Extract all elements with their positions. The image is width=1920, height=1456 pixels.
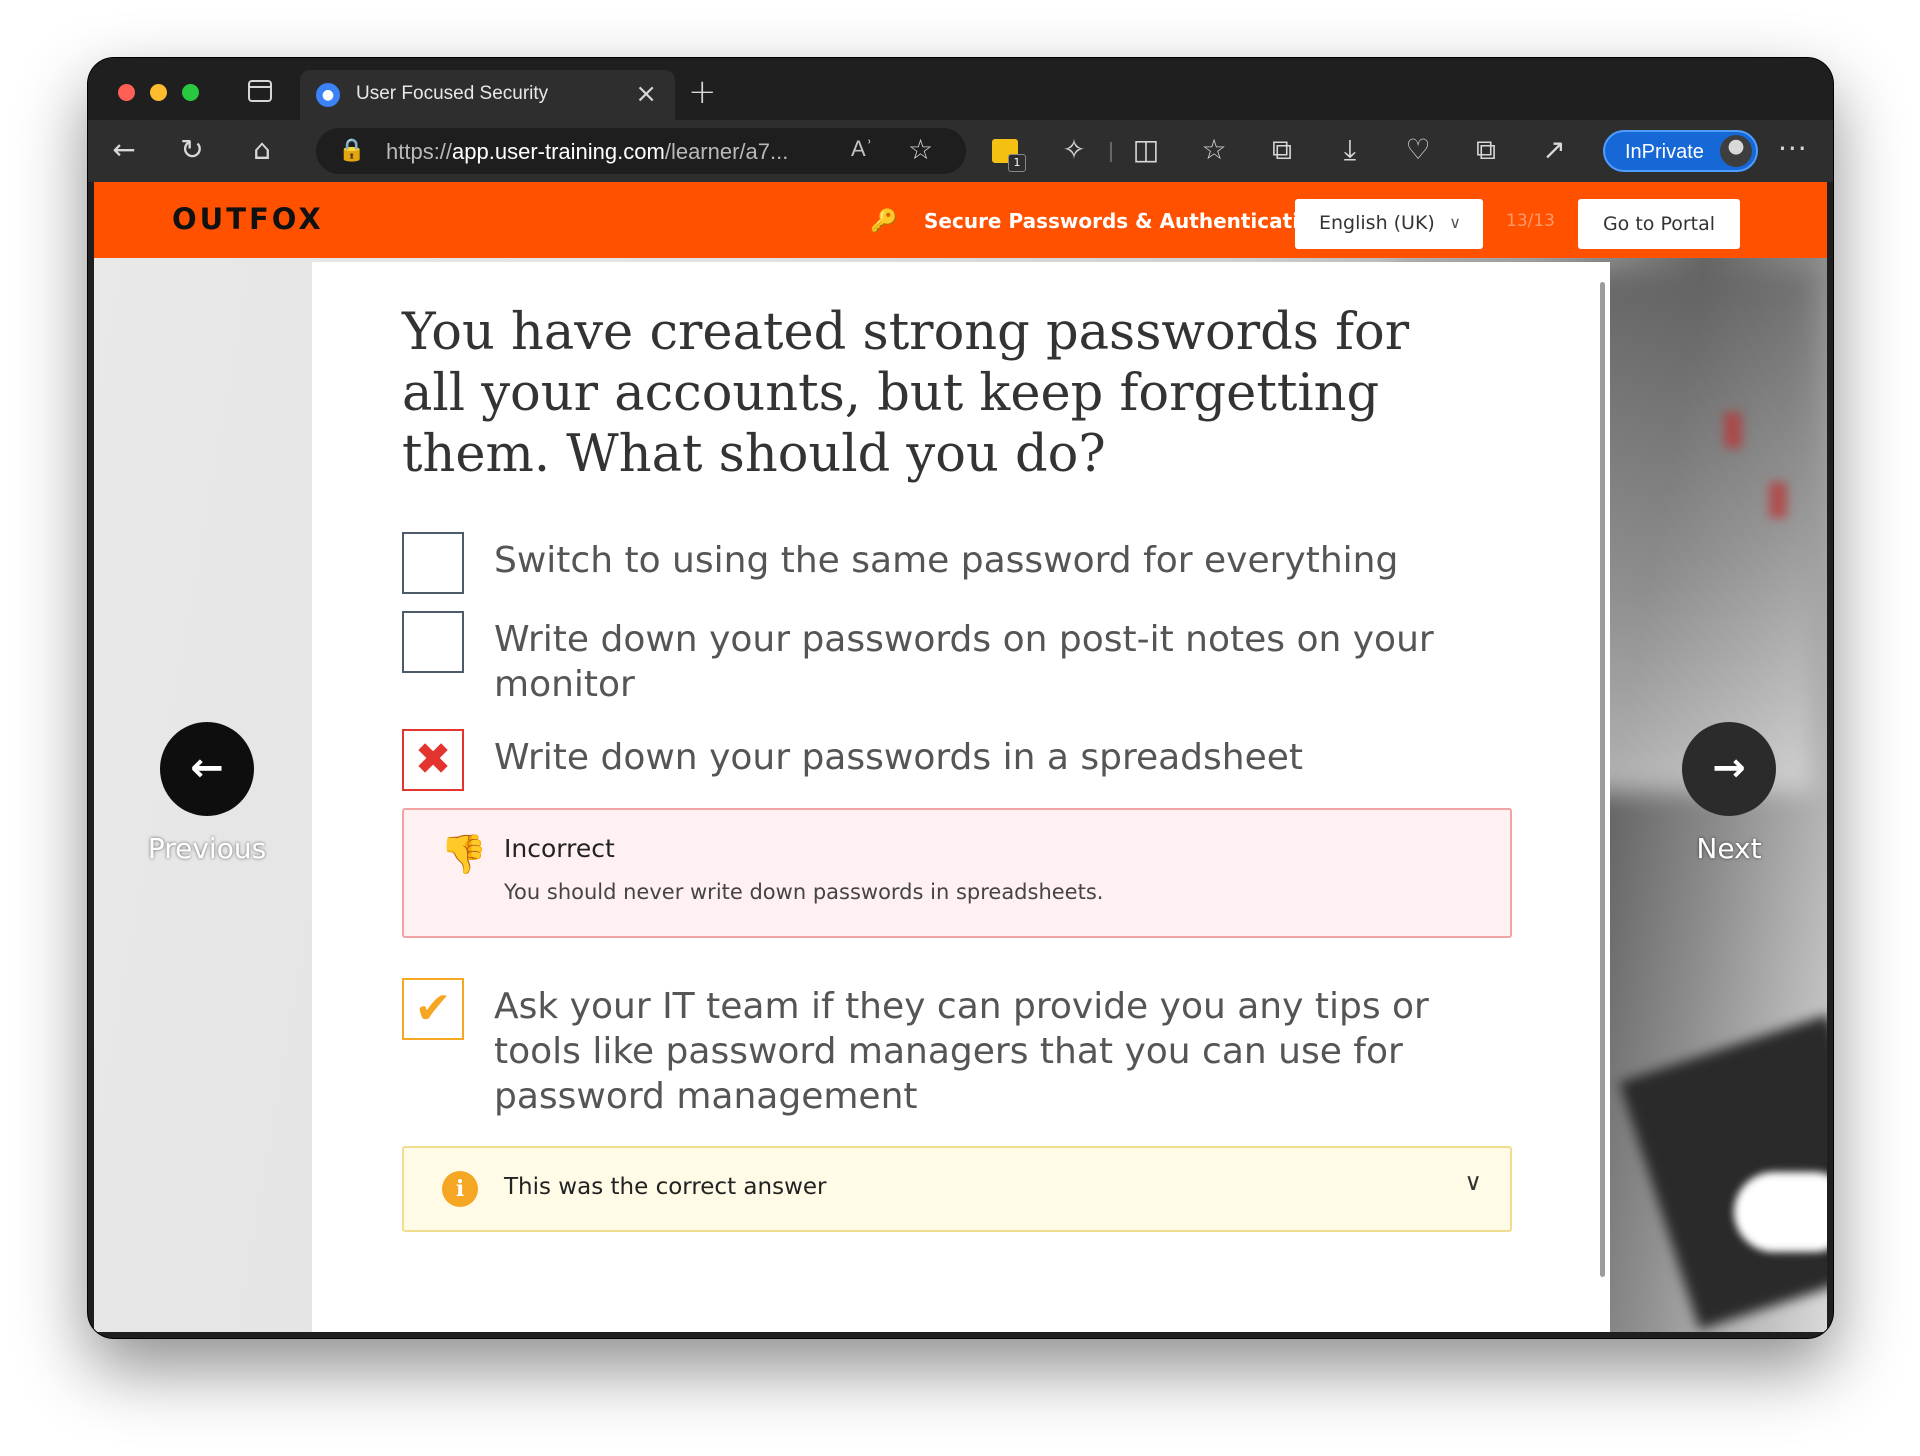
more-icon[interactable]: ···: [1778, 132, 1808, 165]
inprivate-label: InPrivate: [1625, 141, 1704, 163]
go-to-portal-button[interactable]: Go to Portal: [1578, 199, 1740, 249]
answer-checkbox-incorrect[interactable]: ✖: [402, 729, 464, 791]
feedback-title: Incorrect: [504, 834, 615, 863]
chevron-down-icon: ∨: [1449, 213, 1461, 232]
chevron-down-icon[interactable]: ∨: [1464, 1168, 1482, 1196]
checkmark-icon: ✔: [414, 983, 452, 1034]
outfox-logo[interactable]: OUTFOX: [172, 202, 324, 236]
tab-bar: ● User Focused Security × +: [88, 58, 1833, 120]
puzzle-icon[interactable]: ✧: [1056, 132, 1092, 168]
app-header: OUTFOX 🔑 Secure Passwords & Authenticati…: [94, 182, 1827, 258]
browser-tab[interactable]: ● User Focused Security ×: [300, 70, 675, 120]
next-label[interactable]: Next: [1662, 832, 1796, 865]
feedback-text: You should never write down passwords in…: [504, 880, 1104, 904]
close-window-button[interactable]: [118, 84, 135, 101]
question-text: You have created strong passwords for al…: [402, 303, 1410, 484]
arrow-right-icon: →: [1712, 745, 1746, 791]
share-icon[interactable]: ↗: [1536, 132, 1572, 168]
favorites-icon[interactable]: ☆: [1196, 132, 1232, 168]
previous-button[interactable]: ←: [160, 722, 254, 816]
refresh-icon[interactable]: ↻: [174, 132, 210, 168]
key-icon: 🔑: [870, 209, 898, 234]
maximize-window-button[interactable]: [182, 84, 199, 101]
favorite-star-icon[interactable]: ☆: [908, 133, 933, 166]
question-card: You have created strong passwords for al…: [312, 262, 1610, 1332]
page-viewport: OUTFOX 🔑 Secure Passwords & Authenticati…: [94, 182, 1827, 1332]
minimize-window-button[interactable]: [150, 84, 167, 101]
read-aloud-icon[interactable]: Aʾ: [851, 136, 873, 162]
url-text[interactable]: https://app.user-training.com/learner/a7…: [386, 139, 788, 165]
correct-feedback[interactable]: i This was the correct answer ∨: [402, 1146, 1512, 1232]
answer-text: Ask your IT team if they can provide you…: [494, 986, 1429, 1117]
cross-icon: ✖: [414, 734, 452, 785]
address-bar[interactable]: 🔒 https://app.user-training.com/learner/…: [316, 128, 966, 174]
tab-actions-icon[interactable]: [248, 80, 272, 102]
previous-label[interactable]: Previous: [140, 832, 274, 865]
extension-badge: 1: [1008, 154, 1026, 172]
split-screen-icon[interactable]: ◫: [1128, 132, 1164, 168]
avatar: [1720, 135, 1752, 167]
browser-toolbar: ← ↻ ⌂ 🔒 https://app.user-training.com/le…: [88, 120, 1833, 182]
language-label: English (UK): [1319, 212, 1435, 234]
download-icon[interactable]: ⤓: [1332, 132, 1368, 168]
back-arrow-icon[interactable]: ←: [106, 132, 142, 168]
background-detail: [1724, 412, 1742, 448]
inprivate-button[interactable]: InPrivate: [1603, 130, 1758, 172]
card-scrollbar[interactable]: [1600, 282, 1605, 1277]
collections-icon[interactable]: ⧉: [1264, 132, 1300, 168]
info-icon: i: [442, 1171, 478, 1207]
answer-text: Write down your passwords on post-it not…: [494, 619, 1434, 705]
new-tab-icon[interactable]: +: [688, 72, 717, 112]
answer-text: Switch to using the same password for ev…: [494, 540, 1399, 581]
tab-title: User Focused Security: [356, 83, 549, 104]
progress-counter: 13/13: [1506, 211, 1555, 231]
thumbs-down-icon: 👎: [440, 832, 488, 876]
tab-favicon-icon: ●: [316, 83, 340, 107]
answer-text: Write down your passwords in a spreadshe…: [494, 737, 1303, 778]
incorrect-feedback: 👎 Incorrect You should never write down …: [402, 808, 1512, 938]
browser-window: ● User Focused Security × + ← ↻ ⌂ 🔒 http…: [88, 58, 1833, 1338]
answer-checkbox[interactable]: [402, 532, 464, 594]
lock-icon: 🔒: [338, 138, 366, 163]
arrow-left-icon: ←: [190, 745, 224, 791]
toolbar-divider: [1110, 142, 1112, 162]
home-icon[interactable]: ⌂: [244, 132, 280, 168]
next-button[interactable]: →: [1682, 722, 1776, 816]
language-select[interactable]: English (UK) ∨: [1295, 199, 1483, 249]
answer-checkbox-correct[interactable]: ✔: [402, 978, 464, 1040]
copilot-icon[interactable]: ⧉: [1468, 132, 1504, 168]
answer-checkbox[interactable]: [402, 611, 464, 673]
background-detail: [1769, 482, 1787, 518]
background-mouse: [1734, 1172, 1827, 1252]
course-title: Secure Passwords & Authentication: [924, 209, 1328, 233]
feedback-text: This was the correct answer: [504, 1174, 827, 1200]
health-icon[interactable]: ♡: [1400, 132, 1436, 168]
close-tab-icon[interactable]: ×: [635, 79, 657, 109]
